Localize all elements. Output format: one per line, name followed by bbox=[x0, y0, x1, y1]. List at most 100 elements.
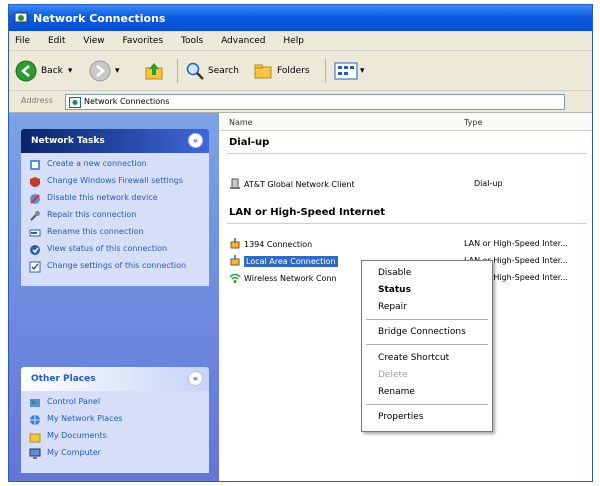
menu-item-create-shortcut[interactable]: Create Shortcut bbox=[378, 353, 449, 363]
menu-tools[interactable]: Tools bbox=[181, 36, 203, 46]
address-bar: Address Network Connections bbox=[9, 91, 592, 113]
network-tasks-title: Network Tasks bbox=[31, 136, 105, 146]
network-tasks-header[interactable]: Network Tasks « bbox=[21, 129, 209, 153]
toolbar-separator bbox=[325, 59, 326, 83]
rename-icon bbox=[29, 229, 41, 237]
menu-view[interactable]: View bbox=[83, 36, 104, 46]
window-title: Network Connections bbox=[33, 12, 166, 25]
menu-item-bridge-connections[interactable]: Bridge Connections bbox=[378, 327, 466, 337]
back-button[interactable]: Back ▾ bbox=[15, 59, 72, 83]
address-field[interactable]: Network Connections bbox=[65, 94, 565, 110]
place-label: My Network Places bbox=[47, 414, 123, 423]
connection-name: AT&T Global Network Client bbox=[244, 179, 355, 189]
views-icon bbox=[334, 62, 358, 80]
column-headers: Name Type bbox=[219, 113, 592, 131]
collapse-chevron-icon[interactable]: « bbox=[188, 133, 203, 148]
forward-arrow-icon bbox=[89, 60, 111, 82]
menu-item-rename[interactable]: Rename bbox=[378, 387, 415, 397]
connection-row[interactable]: Wireless Network Conn bbox=[229, 271, 337, 285]
place-my-network-places[interactable]: My Network Places bbox=[29, 414, 201, 426]
connection-row-selected[interactable]: Local Area Connection bbox=[229, 254, 338, 268]
menu-edit[interactable]: Edit bbox=[48, 36, 65, 46]
task-disable-device[interactable]: Disable this network device bbox=[29, 193, 201, 205]
task-label: Disable this network device bbox=[47, 193, 158, 202]
other-places-header[interactable]: Other Places « bbox=[21, 367, 209, 391]
menu-favorites[interactable]: Favorites bbox=[122, 36, 163, 46]
network-connections-window: Network Connections File Edit View Favor… bbox=[8, 4, 593, 482]
task-label: Change settings of this connection bbox=[47, 261, 187, 270]
views-dropdown-icon[interactable]: ▾ bbox=[360, 66, 365, 76]
folders-icon bbox=[254, 64, 272, 79]
column-header-name[interactable]: Name bbox=[229, 118, 253, 127]
back-arrow-icon bbox=[15, 60, 37, 82]
views-button[interactable]: ▾ bbox=[334, 59, 365, 83]
menu-item-properties[interactable]: Properties bbox=[378, 412, 423, 422]
wireless-connection-icon bbox=[229, 273, 241, 283]
settings-icon bbox=[29, 261, 41, 273]
title-bar[interactable]: Network Connections bbox=[9, 5, 592, 31]
network-tasks-body: Create a new connection Change Windows F… bbox=[21, 153, 209, 286]
forward-button[interactable]: ▾ bbox=[89, 59, 120, 83]
group-divider bbox=[227, 153, 587, 154]
menu-item-delete: Delete bbox=[378, 370, 408, 380]
my-documents-icon bbox=[29, 433, 41, 443]
lan-connection-icon bbox=[230, 255, 240, 266]
connection-name: 1394 Connection bbox=[244, 239, 313, 249]
task-label: Change Windows Firewall settings bbox=[47, 176, 184, 185]
menu-file[interactable]: File bbox=[15, 36, 30, 46]
menu-help[interactable]: Help bbox=[283, 36, 304, 46]
menu-advanced[interactable]: Advanced bbox=[221, 36, 265, 46]
new-connection-icon bbox=[30, 160, 40, 170]
up-folder-button[interactable] bbox=[144, 59, 164, 83]
place-my-documents[interactable]: My Documents bbox=[29, 431, 201, 443]
menu-separator bbox=[366, 319, 488, 320]
folders-label: Folders bbox=[277, 66, 310, 76]
task-change-settings[interactable]: Change settings of this connection bbox=[29, 261, 201, 273]
search-button[interactable]: Search bbox=[185, 59, 239, 83]
place-label: Control Panel bbox=[47, 397, 101, 406]
place-label: My Computer bbox=[47, 448, 101, 457]
back-label: Back bbox=[41, 66, 63, 76]
menu-separator bbox=[366, 344, 488, 345]
task-change-firewall[interactable]: Change Windows Firewall settings bbox=[29, 176, 201, 188]
forward-dropdown-icon[interactable]: ▾ bbox=[115, 66, 120, 76]
connection-type: Dial-up bbox=[474, 179, 503, 188]
connection-row[interactable]: AT&T Global Network Client bbox=[229, 177, 355, 191]
task-rename-connection[interactable]: Rename this connection bbox=[29, 227, 201, 239]
connection-name: Local Area Connection bbox=[244, 255, 338, 267]
status-icon bbox=[30, 245, 40, 255]
control-panel-icon bbox=[30, 399, 40, 407]
search-icon bbox=[186, 62, 204, 80]
column-header-type[interactable]: Type bbox=[464, 118, 482, 127]
back-dropdown-icon[interactable]: ▾ bbox=[68, 66, 73, 76]
menu-item-repair[interactable]: Repair bbox=[378, 302, 407, 312]
collapse-chevron-icon[interactable]: « bbox=[188, 371, 203, 386]
task-repair-connection[interactable]: Repair this connection bbox=[29, 210, 201, 222]
address-label: Address bbox=[21, 96, 53, 105]
place-my-computer[interactable]: My Computer bbox=[29, 448, 201, 460]
task-create-connection[interactable]: Create a new connection bbox=[29, 159, 201, 171]
address-value: Network Connections bbox=[84, 97, 170, 106]
task-label: Repair this connection bbox=[47, 210, 137, 219]
place-label: My Documents bbox=[47, 431, 107, 440]
task-pane: Network Tasks « Create a new connection … bbox=[9, 113, 219, 481]
disable-device-icon bbox=[30, 194, 40, 204]
group-divider bbox=[227, 223, 587, 224]
other-places-title: Other Places bbox=[31, 374, 96, 384]
task-label: View status of this connection bbox=[47, 244, 168, 253]
menu-item-disable[interactable]: Disable bbox=[378, 268, 411, 278]
dialup-connection-icon bbox=[230, 178, 240, 189]
menu-bar: File Edit View Favorites Tools Advanced … bbox=[9, 31, 592, 51]
repair-icon bbox=[30, 211, 40, 221]
place-control-panel[interactable]: Control Panel bbox=[29, 397, 201, 409]
menu-item-status[interactable]: Status bbox=[378, 285, 411, 295]
firewall-icon bbox=[30, 177, 40, 187]
task-label: Rename this connection bbox=[47, 227, 144, 236]
network-places-icon bbox=[30, 415, 40, 425]
group-header-dialup: Dial-up bbox=[229, 137, 270, 148]
context-menu: Disable Status Repair Bridge Connections… bbox=[361, 260, 493, 432]
lan-connection-icon bbox=[230, 238, 240, 249]
task-view-status[interactable]: View status of this connection bbox=[29, 244, 201, 256]
folders-button[interactable]: Folders bbox=[253, 59, 310, 83]
connection-row[interactable]: 1394 Connection bbox=[229, 237, 312, 251]
